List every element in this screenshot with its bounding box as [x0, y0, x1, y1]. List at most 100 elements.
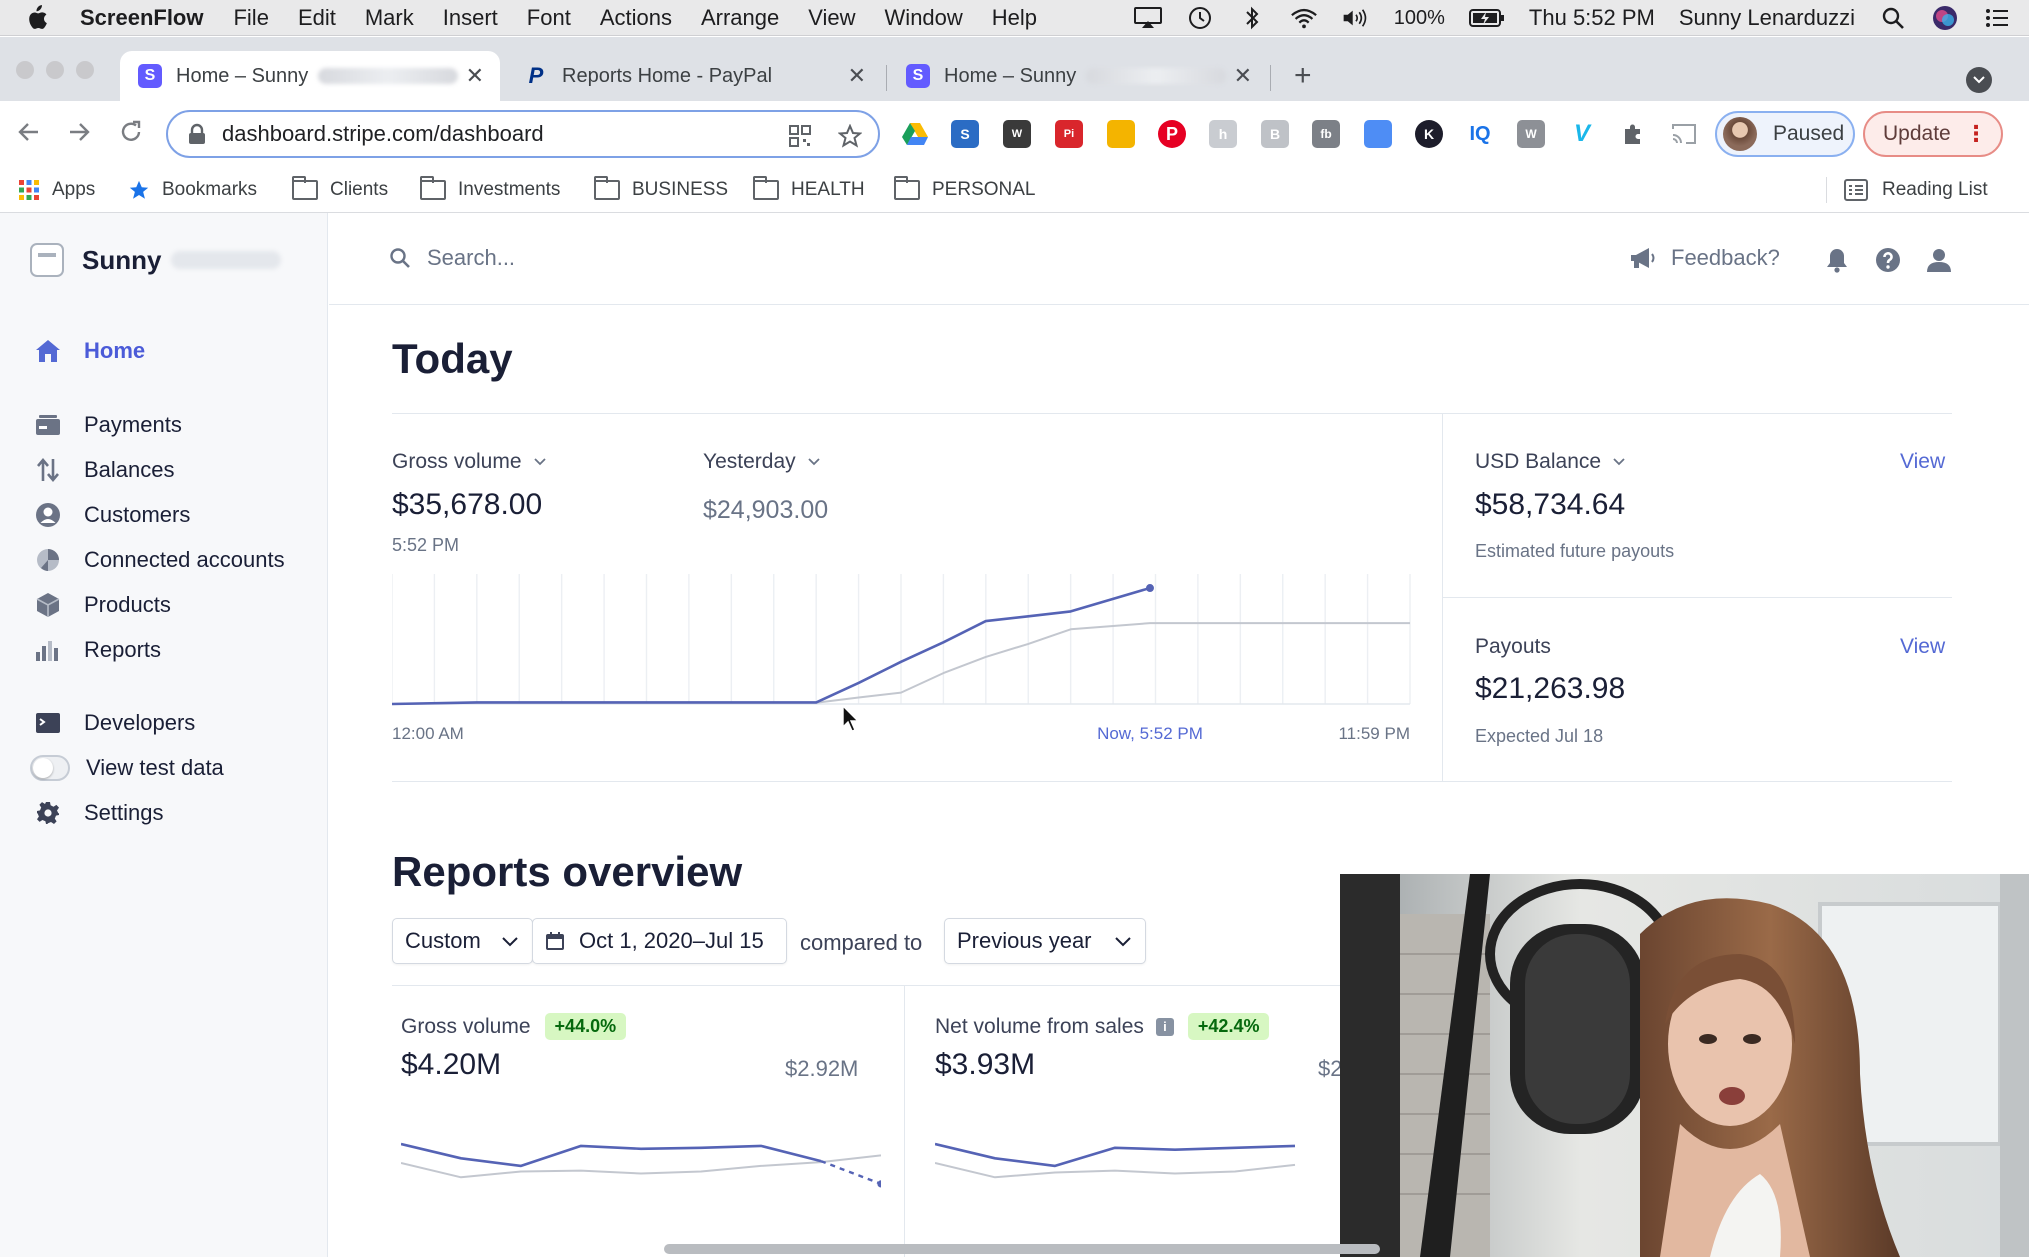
reading-list-button[interactable]: Reading List — [1844, 176, 1988, 204]
kebab-menu-icon[interactable]: ⋮ — [1965, 121, 1987, 147]
comparison-period-dropdown[interactable]: Yesterday — [703, 450, 820, 474]
extension-icon[interactable] — [1364, 120, 1392, 148]
bookmark-folder-health[interactable]: HEALTH — [753, 176, 865, 204]
bookmark-folder-investments[interactable]: Investments — [420, 176, 560, 204]
clock[interactable]: Thu 5:52 PM — [1529, 5, 1655, 31]
extension-icon[interactable] — [1107, 120, 1135, 148]
window-zoom-button[interactable] — [76, 61, 94, 79]
window-minimize-button[interactable] — [46, 61, 64, 79]
gross-volume-dropdown[interactable]: Gross volume — [392, 450, 546, 474]
extension-icon[interactable]: B — [1261, 120, 1289, 148]
bookmark-folder-clients[interactable]: Clients — [292, 176, 388, 204]
extension-icon[interactable]: W — [1003, 120, 1031, 148]
comparison-dropdown[interactable]: Previous year — [944, 918, 1146, 964]
extension-icon[interactable]: IQ — [1466, 120, 1494, 148]
lock-icon[interactable] — [188, 123, 206, 145]
close-tab-icon[interactable]: ✕ — [466, 63, 484, 89]
test-data-toggle[interactable] — [30, 755, 70, 781]
sidebar-item-customers[interactable]: Customers — [34, 499, 190, 531]
feedback-button[interactable]: Feedback? — [1629, 245, 1780, 271]
wifi-icon[interactable] — [1290, 6, 1318, 30]
time-machine-icon[interactable] — [1186, 6, 1214, 30]
sidebar-item-products[interactable]: Products — [34, 589, 171, 621]
address-bar[interactable]: dashboard.stripe.com/dashboard — [166, 110, 880, 158]
search-field[interactable]: Search... — [389, 245, 515, 271]
update-button[interactable]: Update ⋮ — [1863, 111, 2003, 157]
new-tab-icon[interactable]: + — [1294, 61, 1312, 91]
google-drive-extension-icon[interactable] — [901, 120, 929, 148]
help-icon[interactable] — [1875, 247, 1901, 273]
tab-search-icon[interactable] — [1966, 67, 1992, 93]
current-value-point[interactable] — [1146, 584, 1154, 592]
menu-insert[interactable]: Insert — [443, 5, 498, 31]
menu-view[interactable]: View — [808, 5, 855, 31]
tab-paypal-reports[interactable]: P Reports Home - PayPal ✕ — [506, 51, 882, 101]
date-range-picker[interactable]: Oct 1, 2020–Jul 15 — [532, 918, 787, 964]
usd-balance-dropdown[interactable]: USD Balance — [1475, 450, 1625, 474]
gross-volume-sparkline[interactable] — [401, 1120, 881, 1230]
menu-actions[interactable]: Actions — [600, 5, 672, 31]
siri-icon[interactable] — [1931, 6, 1959, 30]
url-text[interactable]: dashboard.stripe.com/dashboard — [222, 121, 544, 147]
notification-center-icon[interactable] — [1983, 6, 2011, 30]
tab-stripe-home-2[interactable]: S Home – Sunny ✕ — [888, 51, 1268, 101]
menu-arrange[interactable]: Arrange — [701, 5, 779, 31]
range-type-dropdown[interactable]: Custom — [392, 918, 533, 964]
vimeo-extension-icon[interactable]: V — [1568, 120, 1596, 148]
reload-icon[interactable] — [118, 119, 144, 150]
sidebar-item-developers[interactable]: Developers — [34, 707, 195, 739]
bookmark-folder-business[interactable]: BUSINESS — [594, 176, 728, 204]
forward-icon[interactable] — [66, 119, 92, 150]
menu-window[interactable]: Window — [885, 5, 963, 31]
extension-icon[interactable]: K — [1415, 120, 1443, 148]
sidebar-item-connected-accounts[interactable]: Connected accounts — [34, 544, 285, 576]
bookmark-bookmarks[interactable]: Bookmarks — [128, 176, 257, 204]
extensions-puzzle-icon[interactable] — [1619, 120, 1647, 148]
sidebar-item-view-test-data[interactable]: View test data — [34, 752, 224, 784]
sidebar-item-payments[interactable]: Payments — [34, 409, 182, 441]
bookmark-star-icon[interactable] — [838, 124, 862, 153]
bookmark-apps[interactable]: Apps — [18, 176, 95, 204]
account-profile-icon[interactable] — [1926, 247, 1952, 273]
battery-icon[interactable] — [1469, 6, 1505, 30]
bluetooth-icon[interactable] — [1238, 6, 1266, 30]
airplay-icon[interactable] — [1134, 6, 1162, 30]
menu-help[interactable]: Help — [992, 5, 1037, 31]
profile-paused-button[interactable]: Paused — [1715, 111, 1855, 157]
back-icon[interactable] — [16, 119, 42, 150]
menu-font[interactable]: Font — [527, 5, 571, 31]
extension-icon[interactable]: S — [951, 120, 979, 148]
menu-file[interactable]: File — [233, 5, 268, 31]
sidebar-item-home[interactable]: Home — [34, 335, 145, 367]
sidebar-item-settings[interactable]: Settings — [34, 797, 164, 829]
usd-balance-view-link[interactable]: View — [1900, 450, 1945, 474]
user-name[interactable]: Sunny Lenarduzzi — [1679, 5, 1855, 31]
volume-icon[interactable] — [1342, 6, 1370, 30]
extension-icon[interactable]: h — [1209, 120, 1237, 148]
cast-icon[interactable] — [1670, 120, 1698, 148]
horizontal-scrollbar[interactable] — [664, 1244, 1380, 1254]
bookmark-folder-personal[interactable]: PERSONAL — [894, 176, 1035, 204]
menu-mark[interactable]: Mark — [365, 5, 414, 31]
notifications-bell-icon[interactable] — [1824, 247, 1850, 273]
sidebar-item-balances[interactable]: Balances — [34, 454, 175, 486]
extension-icon[interactable]: fb — [1312, 120, 1340, 148]
extension-icon[interactable]: W — [1517, 120, 1545, 148]
report-card-gross-volume-header[interactable]: Gross volume +44.0% — [401, 1013, 626, 1040]
account-switcher[interactable]: Sunny — [30, 243, 281, 277]
apple-icon[interactable] — [24, 5, 54, 31]
pinterest-extension-icon[interactable]: P — [1158, 120, 1186, 148]
close-tab-icon[interactable]: ✕ — [1234, 63, 1252, 89]
report-card-net-volume-header[interactable]: Net volume from sales i +42.4% — [935, 1013, 1269, 1040]
close-tab-icon[interactable]: ✕ — [848, 63, 866, 89]
spotlight-icon[interactable] — [1879, 6, 1907, 30]
sidebar-item-reports[interactable]: Reports — [34, 634, 161, 666]
net-volume-sparkline[interactable] — [935, 1120, 1355, 1230]
today-gross-volume-chart[interactable]: 12:00 AM Now, 5:52 PM 11:59 PM — [392, 568, 1412, 758]
payouts-view-link[interactable]: View — [1900, 635, 1945, 659]
app-name[interactable]: ScreenFlow — [80, 5, 203, 31]
info-icon[interactable]: i — [1156, 1018, 1174, 1036]
qr-code-icon[interactable] — [788, 124, 812, 153]
extension-icon[interactable]: Pi — [1055, 120, 1083, 148]
tab-stripe-home-1[interactable]: S Home – Sunny ✕ — [120, 51, 500, 101]
